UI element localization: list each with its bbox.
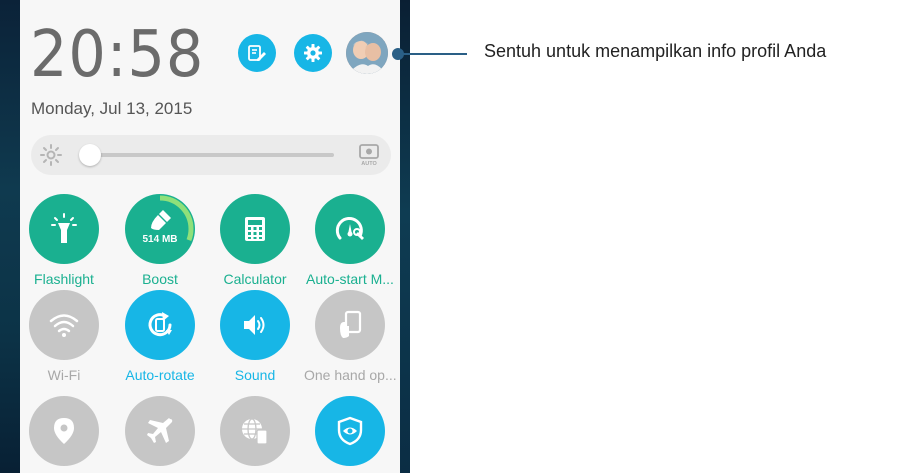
profile-avatar[interactable] [346,32,388,74]
rotate-icon [148,312,172,337]
calculator-toggle[interactable] [220,194,290,264]
settings-button[interactable] [294,34,332,72]
broom-icon [151,210,171,230]
speaker-icon [244,315,265,335]
wifi-toggle[interactable] [29,290,99,360]
tile-eye-care[interactable] [304,396,396,466]
location-icon [54,418,74,444]
calculator-icon [245,217,265,241]
brightness-icon [40,144,62,166]
one-hand-icon [340,310,362,338]
tile-boost[interactable]: 514 MB Boost [114,194,206,287]
tile-flashlight[interactable]: Flashlight [20,194,110,287]
tile-auto-rotate[interactable]: Auto-rotate [114,290,206,383]
edit-button[interactable] [238,34,276,72]
auto-brightness-icon[interactable]: AUTO [358,143,380,167]
boost-memory: 514 MB [142,234,178,245]
brightness-knob[interactable] [79,144,101,166]
location-toggle[interactable] [29,396,99,466]
quick-settings-panel: 20:58 Monday, Jul 13, 2015 AUTO Flashlig… [20,0,400,473]
device-frame-left [0,0,20,473]
boost-toggle[interactable]: 514 MB [125,194,195,264]
tile-wifi[interactable]: Wi-Fi [20,290,110,383]
tile-one-hand-operation[interactable]: One hand op... [304,290,396,383]
auto-label: AUTO [361,161,377,167]
tile-label: Sound [234,367,276,383]
tile-label: Auto-start M... [306,271,394,287]
tile-label: Calculator [223,271,287,287]
callout-text: Sentuh untuk menampilkan info profil And… [484,41,827,61]
auto-rotate-toggle[interactable] [125,290,195,360]
flashlight-toggle[interactable] [29,194,99,264]
airplane-toggle[interactable] [125,396,195,466]
airplane-icon [147,418,173,443]
flashlight-icon [51,213,77,243]
tile-label: Boost [142,271,178,287]
profile-photo-icon [346,32,388,74]
date: Monday, Jul 13, 2015 [31,99,193,118]
speedometer-wrench-icon [335,217,364,240]
brightness-slider[interactable]: AUTO [31,135,391,175]
tile-auto-start-manager[interactable]: Auto-start M... [304,194,396,287]
tile-airplane-mode[interactable] [114,396,206,466]
globe-device-icon [242,418,268,445]
tile-label: Auto-rotate [125,367,195,383]
brightness-track[interactable] [89,153,334,157]
tile-label: One hand op... [304,367,396,383]
eye-care-toggle[interactable] [315,396,385,466]
tile-calculator[interactable]: Calculator [209,194,301,287]
callout-line [398,53,467,55]
wifi-icon [49,314,79,337]
sound-toggle[interactable] [220,290,290,360]
gear-icon [304,44,322,62]
tile-location[interactable] [20,396,110,466]
auto-start-toggle[interactable] [315,194,385,264]
one-hand-toggle[interactable] [315,290,385,360]
tile-global-device[interactable] [209,396,301,466]
clock: 20:58 [30,18,205,92]
tile-label: Flashlight [34,271,94,287]
edit-icon [248,45,266,61]
tile-sound[interactable]: Sound [209,290,301,383]
device-frame-right [400,0,410,473]
globe-device-toggle[interactable] [220,396,290,466]
eye-shield-icon [337,416,363,446]
tile-label: Wi-Fi [47,367,81,383]
